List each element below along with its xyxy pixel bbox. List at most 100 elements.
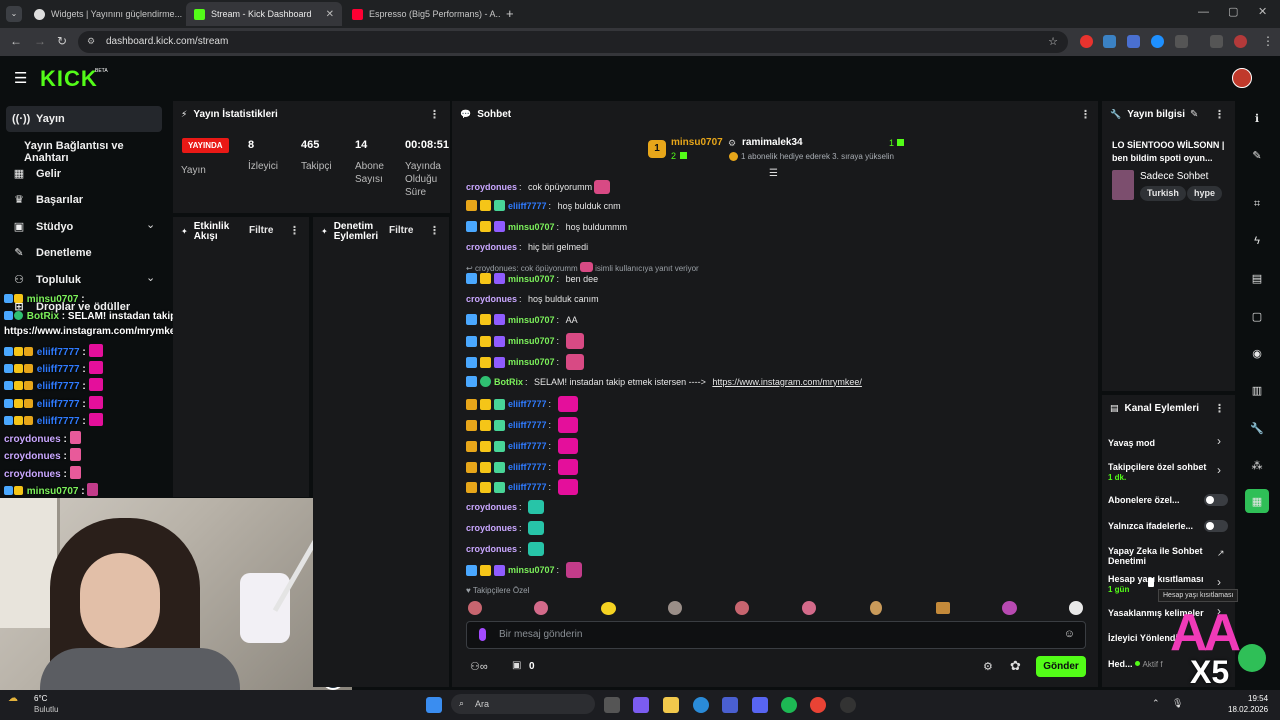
chat-message[interactable]: croydonues: (466, 500, 545, 514)
windows-start-icon[interactable] (426, 697, 442, 713)
chat-message[interactable]: croydonues: (466, 542, 545, 556)
chat-bubble-icon[interactable]: ▢ (1245, 304, 1269, 328)
chat-message[interactable]: eliiff7777: (466, 396, 578, 412)
kebab-menu-icon[interactable]: ⋮ (429, 108, 440, 121)
kebab-menu-icon[interactable]: ⋮ (429, 224, 440, 237)
chat-settings-gear-icon[interactable]: ⚙ (983, 660, 993, 673)
user-avatar[interactable] (1232, 68, 1252, 88)
emoji-icon[interactable]: ☺ (1064, 628, 1075, 640)
sidebar-item-yayin[interactable]: ((·)) Yayın (12, 113, 65, 125)
file-explorer-icon[interactable] (663, 697, 679, 713)
emotes-only-action[interactable]: Yalnızca ifadelerle... (1108, 521, 1193, 531)
chat-message[interactable]: croydonues: (466, 521, 545, 535)
sidebar-item-stream-key[interactable]: Yayın Bağlantısı ve Anahtarı (24, 140, 170, 164)
chat-username[interactable]: eliiff7777 (508, 420, 547, 430)
extension-red-icon[interactable] (1080, 35, 1093, 48)
chat-username[interactable]: eliiff7777 (508, 462, 547, 472)
wrench-icon[interactable]: 🔧 (1245, 416, 1269, 440)
layout-icon[interactable]: ▥ (1245, 378, 1269, 402)
chat-link[interactable]: https://www.instagram.com/mrymkee/ (712, 377, 862, 387)
sidebar-item-basarilar[interactable]: ♛ Başarılar (12, 193, 83, 207)
extensions-puzzle-icon[interactable] (1175, 35, 1188, 48)
hamburger-menu-icon[interactable]: ☰ (14, 69, 27, 87)
chat-username[interactable]: minsu0707 (508, 565, 555, 575)
subscribers-only-toggle[interactable] (1204, 494, 1228, 506)
tab-widgets[interactable]: Widgets | Yayınını güçlendirme... ✕ (26, 2, 186, 26)
collapse-icon[interactable]: ☰ (769, 168, 778, 179)
crop-icon[interactable]: ⌗ (1245, 192, 1269, 216)
chat-username[interactable]: croydonues (466, 294, 517, 304)
game-icon[interactable]: ▦ (1245, 489, 1269, 513)
store-icon[interactable] (722, 697, 738, 713)
kebab-menu-icon[interactable]: ⋮ (1214, 108, 1225, 121)
chat-username[interactable]: eliiff7777 (508, 482, 547, 492)
forward-icon[interactable]: → (34, 34, 46, 48)
chat-username[interactable]: croydonues (466, 502, 517, 512)
goal-action[interactable]: Hed... Aktif f (1108, 659, 1163, 670)
tab-search-list-icon[interactable] (1210, 35, 1223, 48)
chat-input[interactable]: Bir mesaj gönderin ☺ (466, 621, 1086, 649)
discord-icon[interactable] (752, 697, 768, 713)
kebab-menu-icon[interactable]: ⋮ (1080, 108, 1091, 121)
clock-date[interactable]: 18.02.2026 (1228, 705, 1268, 714)
gift-box-icon[interactable]: ▣ (512, 660, 521, 671)
maximize-icon[interactable]: ▢ (1228, 5, 1238, 18)
followers-only-action[interactable]: Takipçilere özel sohbet 1 dk. (1108, 462, 1218, 483)
chat-username[interactable]: croydonues (466, 523, 517, 533)
chevron-right-icon[interactable]: › (1217, 434, 1221, 448)
chat-username[interactable]: eliiff7777 (508, 399, 547, 409)
chat-message[interactable]: minsu0707: (466, 354, 584, 370)
sidebar-item-topluluk[interactable]: ⚇ Topluluk (12, 273, 81, 287)
chat-message[interactable]: minsu0707: hoş buldummm (466, 221, 627, 232)
pinned-user[interactable]: minsu0707 (671, 137, 723, 148)
kebab-menu-icon[interactable]: ⋮ (1214, 402, 1225, 415)
tab-kick-dashboard[interactable]: Stream - Kick Dashboard ✕ (186, 2, 342, 26)
clock-time[interactable]: 19:54 (1248, 694, 1268, 703)
kebab-menu-icon[interactable]: ⋮ (289, 224, 300, 237)
sidebar-item-denetleme[interactable]: ✎ Denetleme (12, 246, 91, 260)
chevron-down-icon[interactable]: ⌄ (146, 271, 155, 284)
info-icon[interactable]: ℹ (1245, 106, 1269, 130)
spotify-icon[interactable] (781, 697, 797, 713)
chat-username[interactable]: eliiff7777 (508, 201, 547, 211)
site-info-icon[interactable]: ⚙ (87, 36, 95, 47)
ai-moderation-action[interactable]: Yapay Zeka ile Sohbet Denetimi (1108, 546, 1218, 566)
taskbar-search[interactable]: ⌕ Ara (451, 694, 595, 714)
obs-icon[interactable] (840, 697, 856, 713)
chat-username[interactable]: minsu0707 (508, 315, 555, 325)
chat-message[interactable]: eliiff7777: (466, 459, 578, 475)
tray-up-icon[interactable]: ⌃ (1152, 698, 1160, 709)
chat-username[interactable]: BotRix (494, 377, 523, 387)
emote-slot-icon[interactable] (936, 602, 950, 614)
sidebar-item-studyo[interactable]: ▣ Stüdyo (12, 220, 73, 234)
weather-icon[interactable]: ☁ (8, 693, 18, 704)
extension-shield-icon[interactable] (1151, 35, 1164, 48)
gifter-name[interactable]: ramimalek34 (742, 137, 803, 148)
chat-message[interactable]: croydonues: cok öpüyorumm (466, 180, 611, 194)
emote-slot-icon[interactable] (468, 601, 482, 615)
kick-logo[interactable]: KICK (40, 66, 98, 92)
emote-slot-icon[interactable] (668, 601, 682, 615)
chat-bot-icon[interactable]: ✿ (1010, 658, 1021, 674)
chat-message[interactable]: eliiff7777: (466, 417, 578, 433)
close-icon[interactable]: ✕ (326, 9, 334, 20)
category-name[interactable]: Sadece Sohbet (1140, 171, 1208, 182)
chat-username[interactable]: croydonues (466, 242, 517, 252)
reload-icon[interactable]: ↻ (57, 34, 67, 48)
reply-context[interactable]: ↩ croydonues: cok öpüyorumm isimli kulla… (466, 262, 699, 273)
emote-slot-icon[interactable] (870, 601, 882, 615)
chat-message[interactable]: BotRix: SELAM! instadan takip etmek iste… (466, 376, 862, 387)
mod-filter-button[interactable]: Filtre (389, 225, 413, 236)
extension-translate-icon[interactable] (1103, 35, 1116, 48)
chat-username[interactable]: croydonues (466, 544, 517, 554)
address-bar[interactable]: ⚙ dashboard.kick.com/stream ☆ (78, 31, 1068, 53)
subscribers-only-action[interactable]: Abonelere özel... (1108, 495, 1180, 505)
category-thumbnail[interactable] (1112, 170, 1134, 200)
chat-username[interactable]: minsu0707 (508, 222, 555, 232)
task-view-icon[interactable] (604, 697, 620, 713)
weather-temp[interactable]: 6°C (34, 694, 47, 703)
points-icon[interactable]: ⚇∞ (470, 660, 488, 673)
edit-pencil-icon[interactable]: ✎ (1190, 109, 1198, 120)
emote-slot-icon[interactable] (1069, 601, 1083, 615)
chat-message[interactable]: eliiff7777: (466, 438, 578, 454)
